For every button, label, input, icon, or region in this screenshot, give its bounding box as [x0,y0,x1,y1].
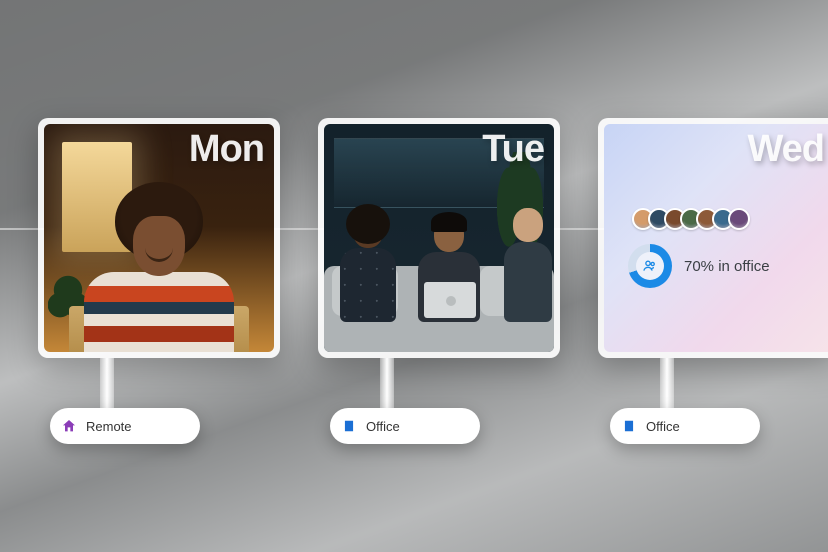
connector-stem [380,358,394,412]
card-frame: Mon [38,118,280,358]
home-icon [60,417,78,435]
location-pill[interactable]: Office [610,408,760,444]
day-label: Tue [482,128,544,171]
day-card-wed[interactable]: 70% in office Wed Office [598,118,828,358]
person-illustration [340,204,396,322]
person-illustration [418,212,480,322]
location-label: Office [366,419,400,434]
people-icon [642,258,658,274]
building-icon [620,417,638,435]
card-scene-stats: 70% in office Wed [604,124,828,352]
card-scene-remote: Mon [44,124,274,352]
progress-donut [628,244,672,288]
person-illustration [504,208,552,322]
day-cards-row: Mon Remote [38,118,828,358]
person-illustration [84,182,234,352]
location-label: Office [646,419,680,434]
card-frame: Tue [318,118,560,358]
location-label: Remote [86,419,132,434]
card-scene-office: Tue [324,124,554,352]
connector-stem [100,358,114,412]
avatar-stack [632,208,750,230]
day-label: Mon [189,128,264,171]
stat-text: 70% in office [684,258,770,275]
day-label: Wed [747,128,824,171]
stats-row: 70% in office [628,244,770,288]
day-card-tue[interactable]: Tue Office [318,118,560,358]
location-pill[interactable]: Office [330,408,480,444]
laptop-icon [424,282,476,318]
location-pill[interactable]: Remote [50,408,200,444]
connector-stem [660,358,674,412]
day-card-mon[interactable]: Mon Remote [38,118,280,358]
card-frame: 70% in office Wed [598,118,828,358]
avatar [728,208,750,230]
building-icon [340,417,358,435]
